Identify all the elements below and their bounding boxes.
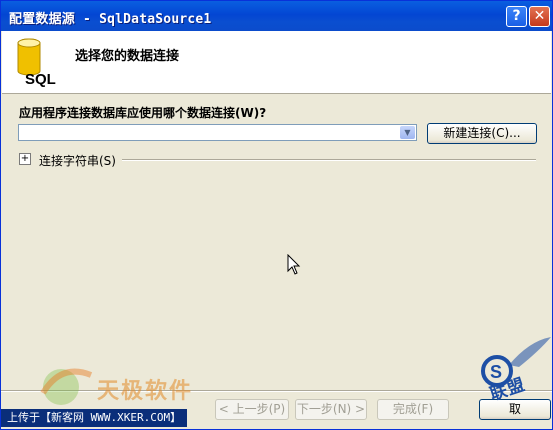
section-divider: [122, 159, 536, 161]
connection-combobox[interactable]: ▼: [18, 124, 417, 141]
chevron-down-icon[interactable]: ▼: [400, 126, 415, 139]
page-heading: 选择您的数据连接: [75, 49, 180, 64]
mouse-cursor-icon: [287, 254, 301, 275]
upload-caption: 上传于【新客网 WWW.XKER.COM】: [1, 409, 188, 427]
close-icon: ✕: [533, 8, 546, 24]
new-connection-button[interactable]: 新建连接(C)...: [427, 123, 537, 144]
finish-button[interactable]: 完成(F): [377, 399, 449, 420]
dialog-window: 配置数据源 - SqlDataSource1 ? ✕ SQL 选择您的数据连接 …: [0, 0, 553, 430]
previous-button[interactable]: < 上一步(P): [215, 399, 289, 420]
title-bar[interactable]: 配置数据源 - SqlDataSource1 ? ✕: [1, 1, 552, 31]
help-button[interactable]: ?: [506, 6, 527, 27]
database-icon: SQL: [17, 38, 56, 88]
close-button[interactable]: ✕: [529, 6, 550, 27]
wizard-header: SQL 选择您的数据连接: [2, 31, 551, 94]
database-icon-label: SQL: [25, 71, 56, 88]
connection-string-label[interactable]: 连接字符串(S): [39, 152, 116, 169]
watermark-text-left: 天极软件: [97, 379, 194, 404]
next-button[interactable]: 下一步(N) >: [295, 399, 367, 420]
connection-question-label: 应用程序连接数据库应使用哪个数据连接(W)?: [19, 106, 267, 120]
expand-connection-string-icon[interactable]: +: [19, 153, 31, 165]
help-icon: ?: [512, 8, 521, 24]
window-title: 配置数据源 - SqlDataSource1: [9, 12, 212, 27]
